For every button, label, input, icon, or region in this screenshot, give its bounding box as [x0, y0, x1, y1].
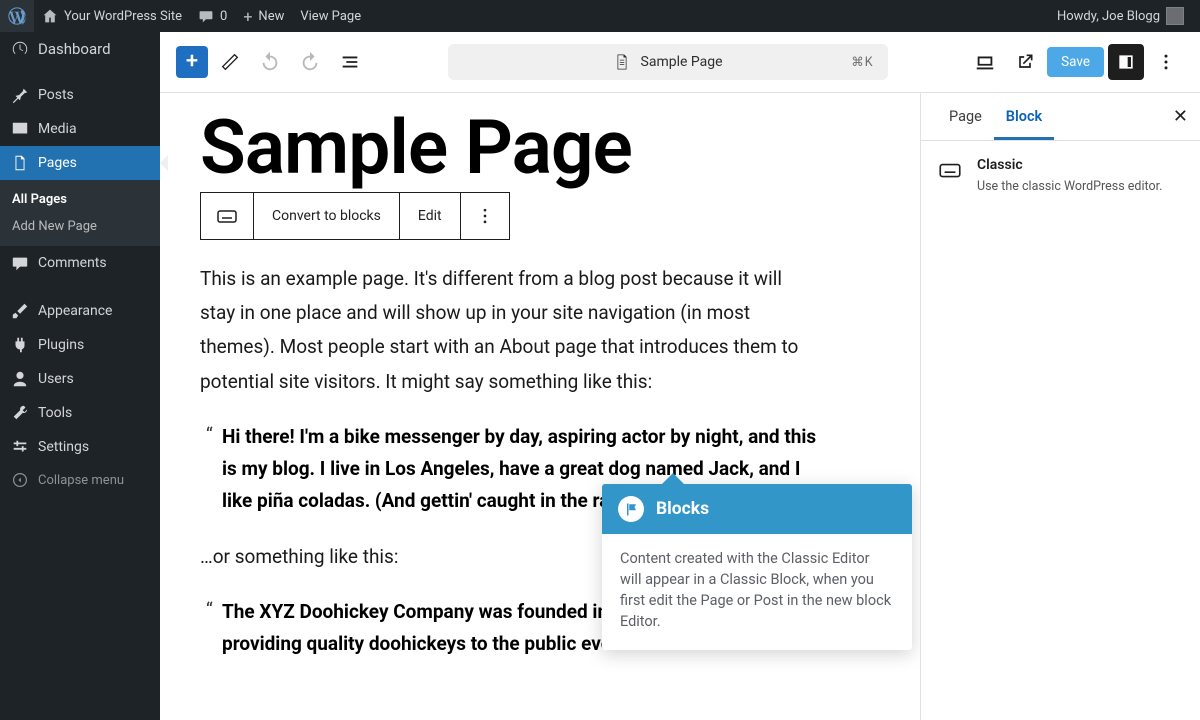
- site-home-link[interactable]: Your WordPress Site: [34, 0, 190, 32]
- editor-main: + Sample Page ⌘K Save: [160, 32, 1200, 720]
- brush-icon: [10, 302, 30, 320]
- classic-block-toolbar: Convert to blocks Edit: [200, 192, 510, 240]
- collapse-label: Collapse menu: [38, 473, 124, 488]
- block-name-label: Classic: [977, 157, 1162, 173]
- menu-plugins[interactable]: Plugins: [0, 328, 160, 362]
- feature-tour-popup: Blocks Content created with the Classic …: [602, 484, 912, 650]
- comments-count: 0: [220, 9, 227, 24]
- wordpress-icon: [8, 7, 26, 25]
- view-button[interactable]: [967, 44, 1003, 80]
- tab-page[interactable]: Page: [937, 93, 994, 140]
- document-overview-button[interactable]: [332, 44, 368, 80]
- menu-settings[interactable]: Settings: [0, 430, 160, 464]
- flag-icon: [618, 496, 644, 522]
- preview-external-button[interactable]: [1007, 44, 1043, 80]
- menu-appearance[interactable]: Appearance: [0, 294, 160, 328]
- menu-label: Media: [38, 121, 77, 137]
- view-page-label: View Page: [300, 9, 361, 24]
- more-vertical-icon: [475, 206, 495, 226]
- editor-header: + Sample Page ⌘K Save: [160, 32, 1200, 92]
- avatar-icon: [1166, 7, 1184, 25]
- tour-arrow-icon: [662, 473, 684, 484]
- view-page-link[interactable]: View Page: [292, 0, 369, 32]
- new-content-link[interactable]: + New: [235, 0, 292, 32]
- editor-canvas[interactable]: Sample Page Convert to blocks Edit This …: [160, 93, 920, 720]
- site-name-label: Your WordPress Site: [64, 9, 182, 24]
- wp-logo-menu[interactable]: [0, 0, 34, 32]
- redo-button[interactable]: [292, 44, 328, 80]
- page-icon: [10, 154, 30, 172]
- menu-dashboard[interactable]: Dashboard: [0, 32, 160, 66]
- menu-comments[interactable]: Comments: [0, 246, 160, 280]
- block-options-button[interactable]: [460, 193, 509, 239]
- media-icon: [10, 120, 30, 138]
- menu-label: Settings: [38, 439, 89, 455]
- menu-label: Plugins: [38, 337, 84, 353]
- settings-panel-button[interactable]: [1108, 44, 1144, 80]
- sliders-icon: [10, 438, 30, 456]
- comments-link[interactable]: 0: [190, 0, 235, 32]
- tour-title: Blocks: [656, 499, 709, 519]
- edit-classic-button[interactable]: Edit: [399, 193, 460, 239]
- tools-button[interactable]: [212, 44, 248, 80]
- document-center-button[interactable]: Sample Page ⌘K: [448, 44, 888, 80]
- comment-icon: [10, 254, 30, 272]
- user-account-link[interactable]: Howdy, Joe Blogg: [1049, 0, 1192, 32]
- tour-body-text: Content created with the Classic Editor …: [602, 534, 912, 650]
- new-label: New: [258, 9, 284, 24]
- admin-bar: Your WordPress Site 0 + New View Page Ho…: [0, 0, 1200, 32]
- tab-block[interactable]: Block: [994, 93, 1054, 140]
- menu-label: Users: [38, 371, 74, 387]
- submenu-all-pages[interactable]: All Pages: [0, 186, 160, 213]
- classic-block-icon-button[interactable]: [201, 193, 253, 239]
- keyboard-icon: [215, 204, 239, 228]
- plug-icon: [10, 336, 30, 354]
- wrench-icon: [10, 404, 30, 422]
- user-icon: [10, 370, 30, 388]
- keyboard-icon: [937, 157, 963, 194]
- convert-to-blocks-button[interactable]: Convert to blocks: [253, 193, 399, 239]
- options-button[interactable]: [1148, 44, 1184, 80]
- menu-pages[interactable]: Pages: [0, 146, 160, 180]
- menu-users[interactable]: Users: [0, 362, 160, 396]
- dashboard-icon: [10, 40, 30, 58]
- inspector-panel: Page Block ✕ Classic Use the classic Wor…: [920, 93, 1200, 720]
- add-block-button[interactable]: +: [176, 46, 208, 78]
- menu-label: Posts: [38, 87, 74, 103]
- collapse-menu[interactable]: Collapse menu: [0, 464, 160, 496]
- menu-tools[interactable]: Tools: [0, 396, 160, 430]
- pages-submenu: All Pages Add New Page: [0, 180, 160, 246]
- menu-label: Pages: [38, 155, 77, 171]
- menu-posts[interactable]: Posts: [0, 78, 160, 112]
- admin-sidebar: Dashboard Posts Media Pages All Pages Ad…: [0, 32, 160, 720]
- howdy-label: Howdy, Joe Blogg: [1057, 9, 1160, 24]
- menu-label: Comments: [38, 255, 107, 271]
- collapse-icon: [10, 472, 30, 488]
- save-button[interactable]: Save: [1047, 47, 1104, 77]
- page-icon: [613, 53, 631, 71]
- menu-label: Dashboard: [38, 40, 111, 58]
- pushpin-icon: [10, 86, 30, 104]
- submenu-add-new-page[interactable]: Add New Page: [0, 213, 160, 240]
- content-paragraph[interactable]: This is an example page. It's different …: [200, 262, 820, 399]
- close-inspector-button[interactable]: ✕: [1173, 106, 1188, 127]
- document-title-label: Sample Page: [641, 54, 723, 70]
- plus-icon: +: [243, 7, 252, 26]
- undo-button[interactable]: [252, 44, 288, 80]
- keyboard-shortcut-label: ⌘K: [851, 54, 873, 70]
- menu-label: Tools: [38, 405, 72, 421]
- post-title[interactable]: Sample Page: [200, 111, 880, 186]
- menu-media[interactable]: Media: [0, 112, 160, 146]
- home-icon: [42, 8, 58, 24]
- comment-icon: [198, 8, 214, 24]
- block-description: Use the classic WordPress editor.: [977, 179, 1162, 194]
- menu-label: Appearance: [38, 303, 112, 319]
